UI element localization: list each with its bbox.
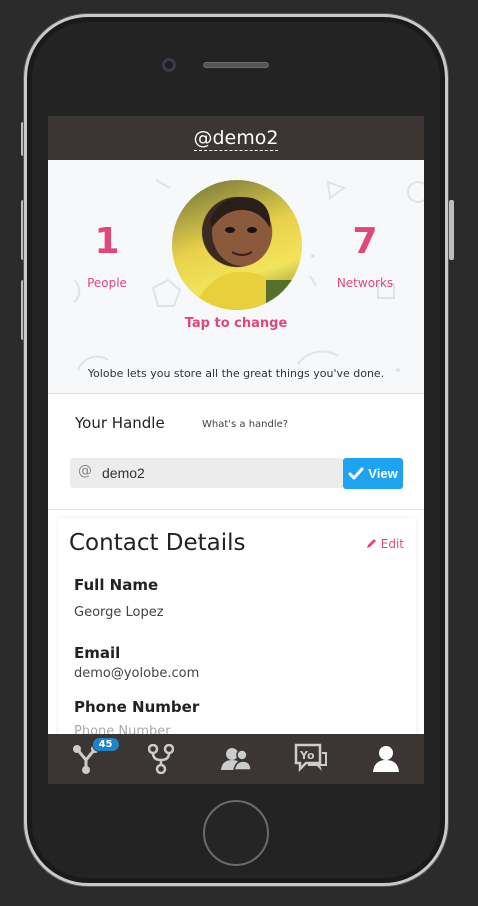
tab-people[interactable] xyxy=(216,739,256,779)
tab-network[interactable]: 45 xyxy=(66,737,120,779)
at-symbol: @ xyxy=(78,463,92,479)
tab-yo-chat[interactable]: Yo xyxy=(291,739,331,779)
tap-to-change-link[interactable]: Tap to change xyxy=(48,316,424,331)
people-label: People xyxy=(87,276,127,290)
svg-text:Yo: Yo xyxy=(299,749,315,762)
power-button xyxy=(449,200,454,260)
tab-profile[interactable] xyxy=(366,739,406,779)
whats-a-handle-link[interactable]: What's a handle? xyxy=(202,419,288,430)
email-label: Email xyxy=(74,644,121,662)
pencil-icon xyxy=(366,539,376,548)
full-name-label: Full Name xyxy=(74,576,159,594)
handle-input[interactable] xyxy=(70,458,344,488)
edit-contact-button[interactable]: Edit xyxy=(366,537,404,551)
profile-avatar[interactable] xyxy=(172,180,302,310)
front-camera xyxy=(162,58,176,72)
people-stat[interactable]: 1 People xyxy=(62,221,152,291)
fork-icon xyxy=(147,744,174,774)
yo-chat-icon: Yo xyxy=(294,743,328,773)
bottom-tab-bar: 45 Yo xyxy=(48,734,424,784)
edit-label: Edit xyxy=(380,537,404,551)
networks-count: 7 xyxy=(352,221,378,262)
notification-badge: 45 xyxy=(91,737,120,752)
networks-stat[interactable]: 7 Networks xyxy=(320,221,410,291)
page-title[interactable]: @demo2 xyxy=(193,127,279,151)
contact-details-card: Contact Details Edit Full Name George Lo… xyxy=(58,518,416,748)
contact-title: Contact Details xyxy=(69,530,246,556)
top-bar: @demo2 xyxy=(48,116,424,160)
earpiece-speaker xyxy=(203,62,269,68)
view-handle-button[interactable]: View xyxy=(343,458,403,489)
home-button[interactable] xyxy=(203,800,269,866)
handle-section: Your Handle What's a handle? @ xyxy=(48,394,424,510)
profile-hero: 1 People 7 Networks Tap to change Yolobe… xyxy=(48,160,424,394)
handle-title: Your Handle xyxy=(75,414,165,432)
avatar-photo xyxy=(192,196,302,310)
tagline: Yolobe lets you store all the great thin… xyxy=(87,367,385,380)
view-label: View xyxy=(368,466,398,481)
tab-fork[interactable] xyxy=(141,739,181,779)
app-screen: @demo2 1 People 7 Networks Tap to change… xyxy=(48,116,424,784)
check-icon xyxy=(348,467,364,479)
email-value: demo@yolobe.com xyxy=(74,666,200,681)
full-name-value: George Lopez xyxy=(74,605,164,620)
phone-label: Phone Number xyxy=(74,698,200,716)
profile-icon xyxy=(373,746,400,772)
people-count: 1 xyxy=(94,221,120,262)
people-icon xyxy=(220,748,252,771)
networks-label: Networks xyxy=(336,276,394,290)
